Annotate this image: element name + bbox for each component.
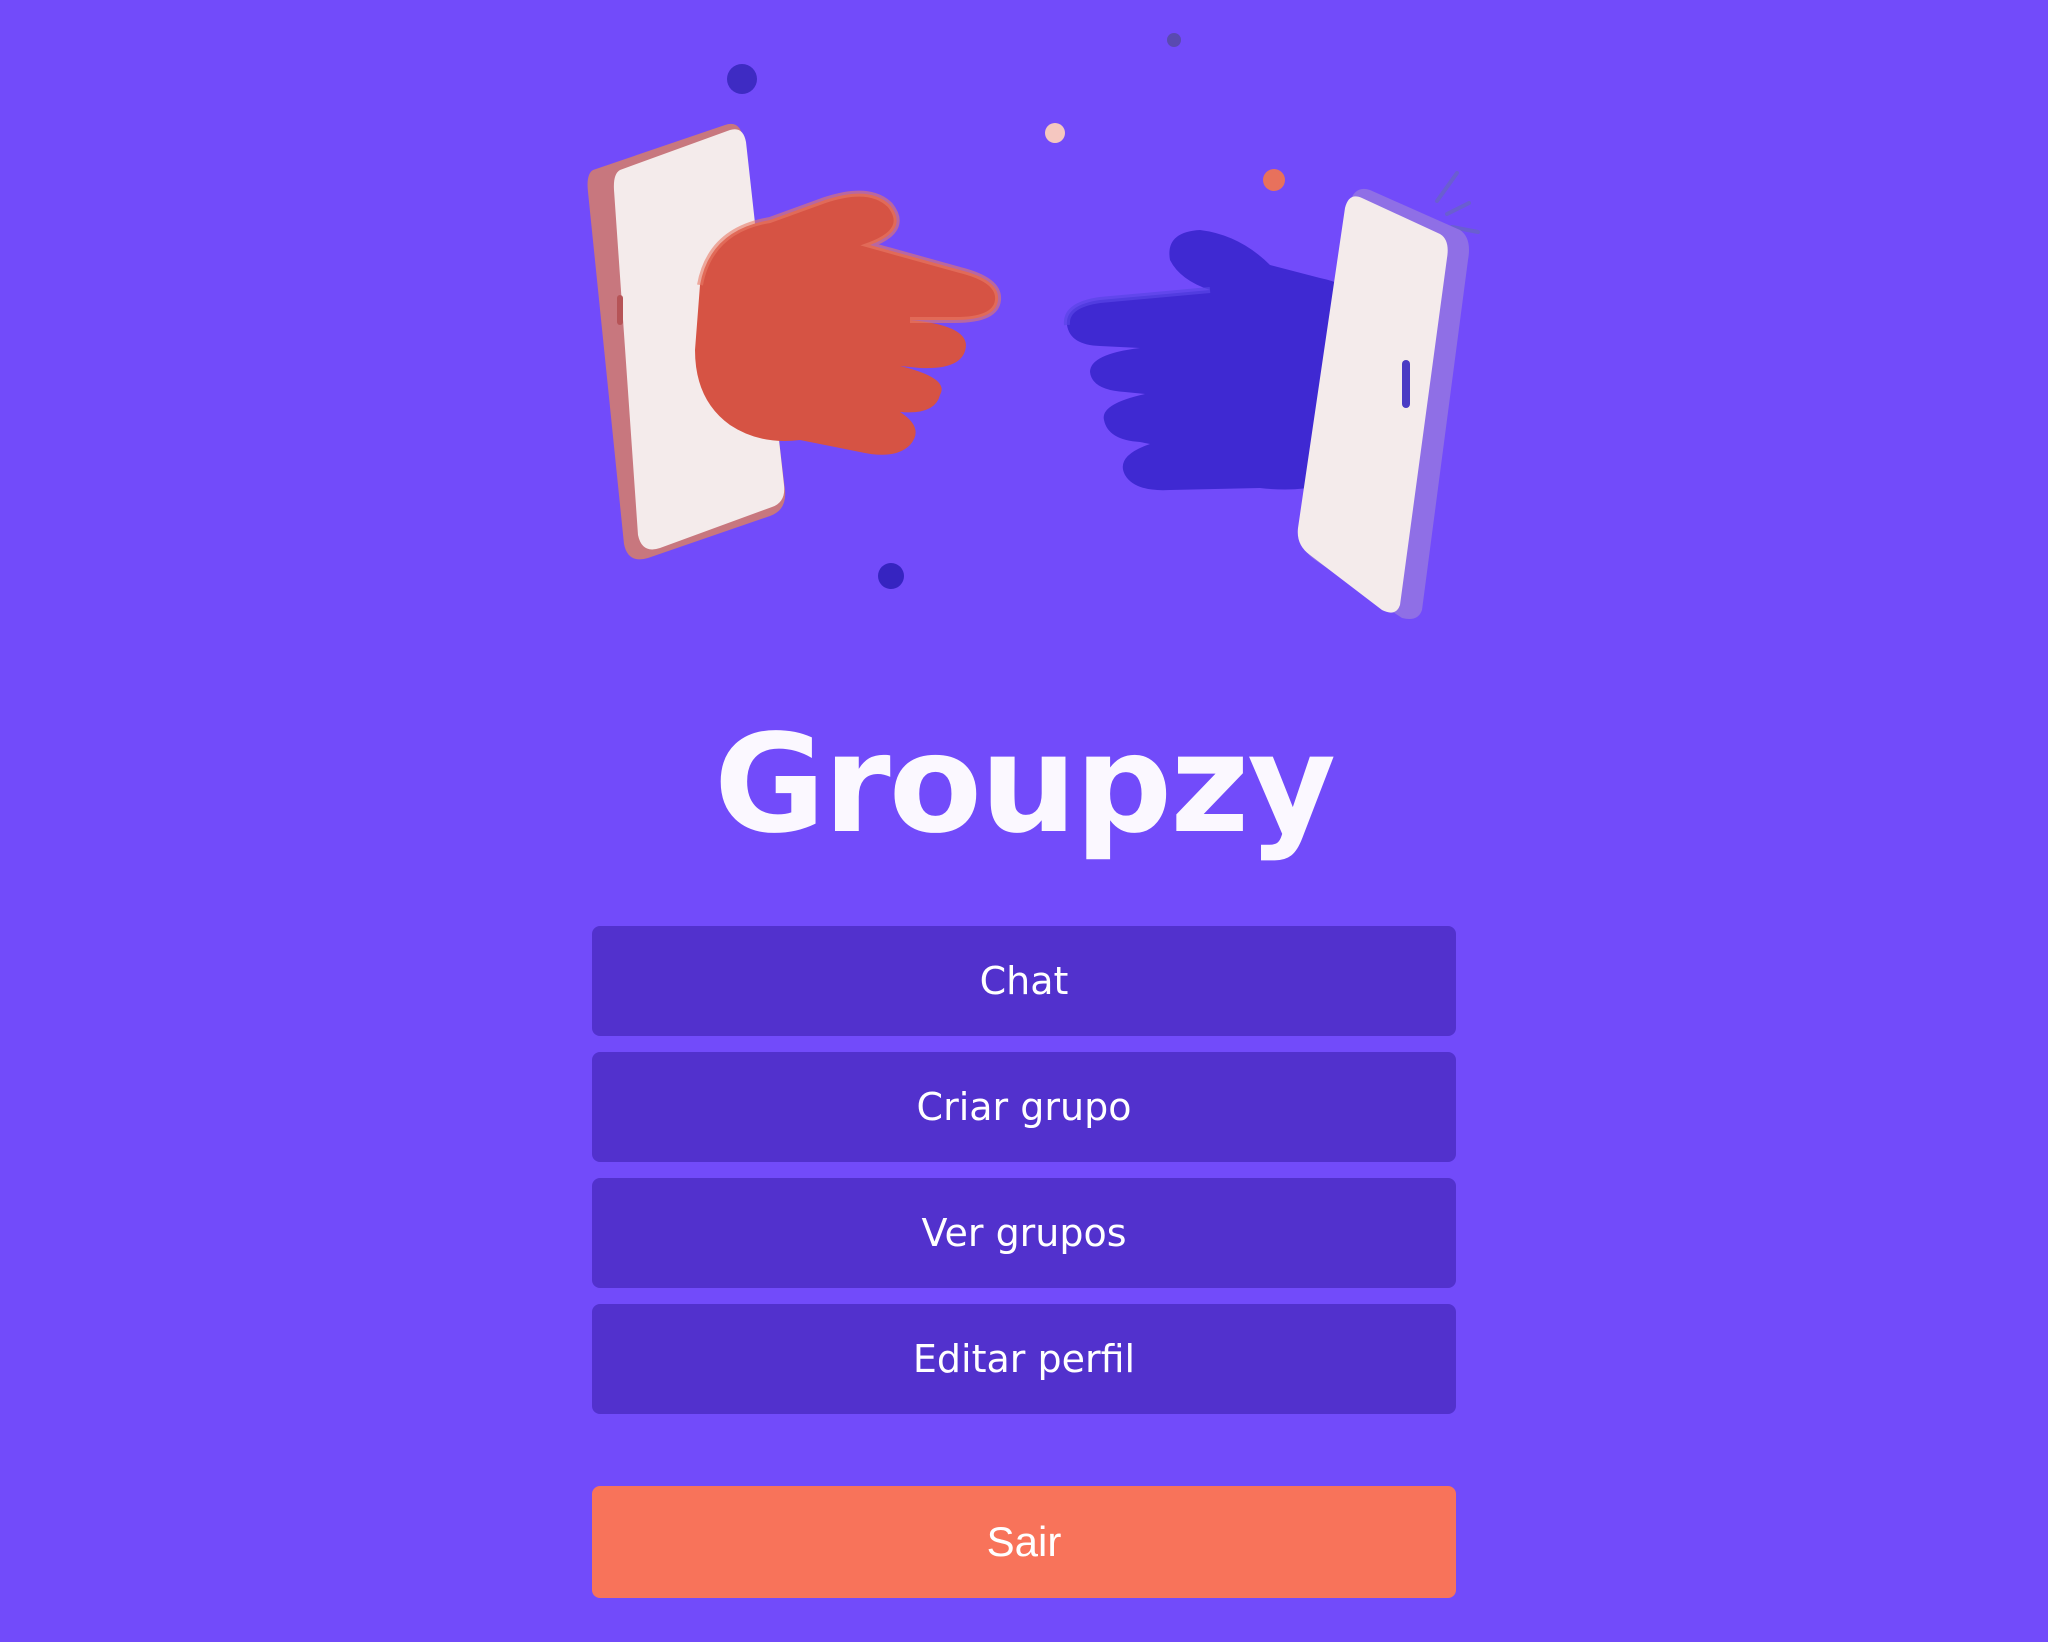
- hero-illustration: [580, 20, 1500, 640]
- right-phone: [1297, 188, 1469, 619]
- decor-dot: [1263, 169, 1285, 191]
- chat-button[interactable]: Chat: [592, 926, 1456, 1036]
- edit-profile-button[interactable]: Editar perfil: [592, 1304, 1456, 1414]
- decor-dot: [1167, 33, 1181, 47]
- create-group-button[interactable]: Criar grupo: [592, 1052, 1456, 1162]
- app-logo-title: Groupzy: [713, 706, 1336, 864]
- main-menu: Chat Criar grupo Ver grupos Editar perfi…: [592, 926, 1456, 1430]
- decor-dot: [878, 563, 904, 589]
- view-groups-button[interactable]: Ver grupos: [592, 1178, 1456, 1288]
- logout-button[interactable]: Sair: [592, 1486, 1456, 1598]
- red-hand: [695, 190, 1002, 455]
- decor-dot: [727, 64, 757, 94]
- decor-dot: [1045, 123, 1065, 143]
- hands-phones-illustration: [587, 33, 1480, 619]
